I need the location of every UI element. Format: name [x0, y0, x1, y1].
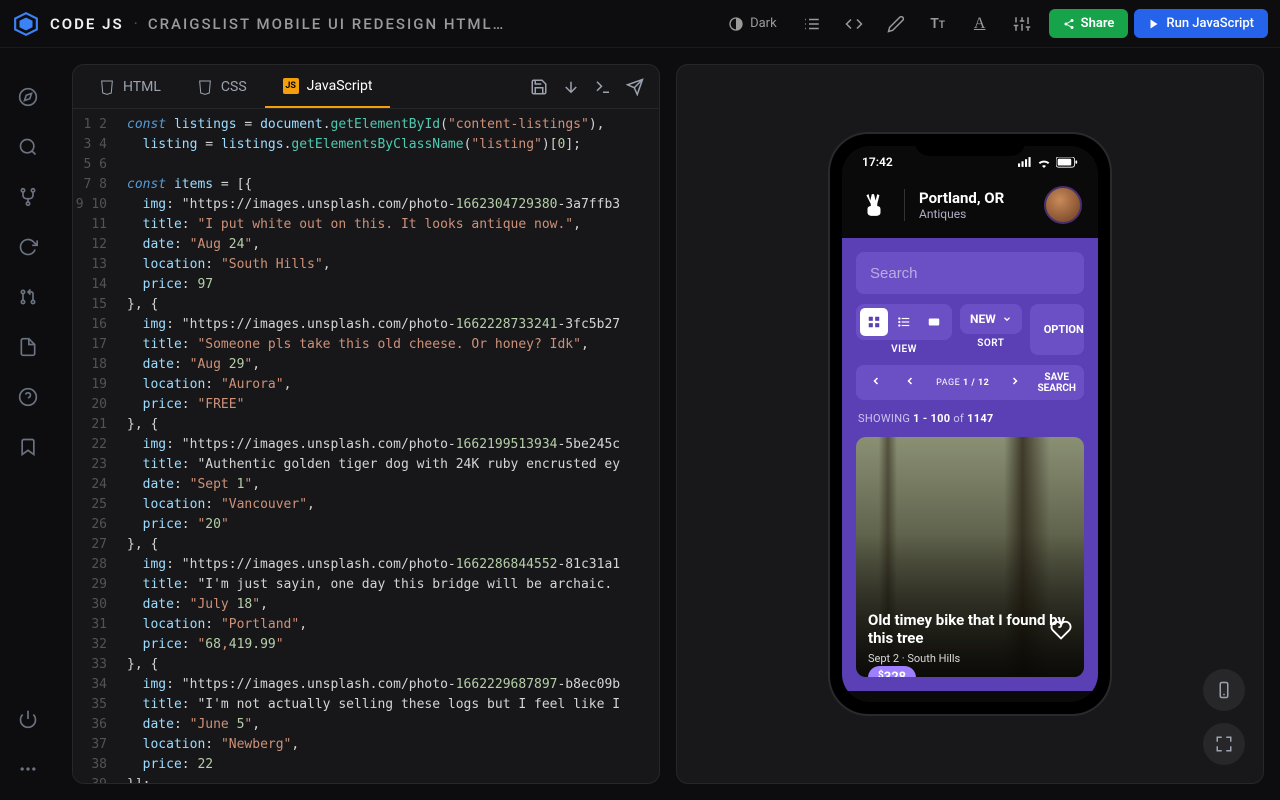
- location-title: Portland, OR: [919, 189, 1004, 207]
- phone-header: Portland, OR Antiques: [842, 178, 1098, 238]
- card-view-button[interactable]: [920, 308, 948, 336]
- status-icons: [1018, 156, 1078, 168]
- refresh-icon[interactable]: [17, 236, 39, 258]
- settings-sliders-icon[interactable]: [1005, 7, 1039, 41]
- tab-html[interactable]: HTML: [81, 65, 179, 108]
- font-icon[interactable]: A: [963, 7, 997, 41]
- chevron-down-icon: [1002, 314, 1012, 324]
- save-search-button[interactable]: SAVE SEARCH: [1037, 372, 1076, 394]
- project-title[interactable]: CRAIGSLIST MOBILE UI REDESIGN HTML…: [148, 15, 505, 33]
- sort-dropdown[interactable]: NEW: [960, 304, 1022, 334]
- brand-name: CODE JS: [50, 15, 124, 33]
- view-label: VIEW: [891, 344, 917, 355]
- editor-tabs: HTML CSS JS JavaScript: [73, 65, 659, 109]
- tab-html-label: HTML: [123, 79, 161, 95]
- options-button[interactable]: OPTIONS: [1030, 304, 1084, 355]
- page-indicator: PAGE 1 / 12: [932, 378, 993, 388]
- view-toggle: [856, 304, 952, 340]
- phone-screen: 17:42 Portland, OR Antiques: [842, 146, 1098, 702]
- play-icon: [1148, 18, 1160, 30]
- more-icon[interactable]: [17, 758, 39, 780]
- options-label: OPTIONS: [1044, 323, 1084, 336]
- bookmark-icon[interactable]: [17, 436, 39, 458]
- left-rail: [0, 48, 56, 800]
- favorite-button[interactable]: [1050, 619, 1072, 645]
- code-icon[interactable]: [837, 7, 871, 41]
- listing-title: Old timey bike that I found by this tree: [868, 611, 1072, 649]
- prev-page-button[interactable]: [898, 371, 922, 394]
- editor-panel: HTML CSS JS JavaScript 1 2 3 4 5 6 7 8 9…: [72, 64, 660, 784]
- location-category: Antiques: [919, 207, 1004, 221]
- line-gutter: 1 2 3 4 5 6 7 8 9 10 11 12 13 14 15 16 1…: [73, 109, 117, 783]
- help-icon[interactable]: [17, 386, 39, 408]
- status-time: 17:42: [862, 155, 893, 169]
- fullscreen-button[interactable]: [1203, 723, 1245, 765]
- download-icon[interactable]: [555, 71, 587, 103]
- half-moon-icon: [728, 16, 744, 32]
- css3-icon: [197, 79, 213, 95]
- sort-label: SORT: [977, 338, 1004, 349]
- terminal-icon[interactable]: [587, 71, 619, 103]
- device-toggle-button[interactable]: [1203, 669, 1245, 711]
- search-input[interactable]: [870, 265, 1069, 282]
- tab-js-label: JavaScript: [307, 78, 373, 94]
- separator-dot: ·: [134, 14, 138, 33]
- signal-icon: [1018, 157, 1032, 167]
- phone-body: VIEW NEW SORT OPTIONS: [842, 238, 1098, 691]
- listing-meta: Sept 2 · South Hills: [868, 652, 1072, 665]
- first-page-button[interactable]: [864, 371, 888, 394]
- wifi-icon: [1036, 156, 1052, 168]
- code-editor[interactable]: 1 2 3 4 5 6 7 8 9 10 11 12 13 14 15 16 1…: [73, 109, 659, 783]
- location-block[interactable]: Portland, OR Antiques: [919, 189, 1004, 221]
- theme-toggle[interactable]: Dark: [728, 16, 777, 32]
- top-bar: CODE JS · CRAIGSLIST MOBILE UI REDESIGN …: [0, 0, 1280, 48]
- code-content[interactable]: const listings = document.getElementById…: [117, 109, 659, 783]
- search-icon[interactable]: [17, 136, 39, 158]
- controls-row: VIEW NEW SORT OPTIONS: [856, 304, 1084, 355]
- text-size-icon[interactable]: TT: [921, 7, 955, 41]
- pagination-bar: PAGE 1 / 12 SAVE SEARCH: [856, 365, 1084, 400]
- preview-panel: 17:42 Portland, OR Antiques: [676, 64, 1264, 784]
- sort-value: NEW: [970, 312, 996, 326]
- send-icon[interactable]: [619, 71, 651, 103]
- grid-view-button[interactable]: [860, 308, 888, 336]
- avatar[interactable]: [1044, 186, 1082, 224]
- share-label: Share: [1081, 16, 1115, 31]
- showing-count: SHOWING 1 - 100 of 1147: [856, 410, 1084, 427]
- compass-icon[interactable]: [17, 86, 39, 108]
- file-icon[interactable]: [17, 336, 39, 358]
- html5-icon: [99, 79, 115, 95]
- battery-icon: [1056, 157, 1078, 168]
- listing-price: $328: [868, 666, 916, 677]
- power-icon[interactable]: [17, 708, 39, 730]
- branch-icon[interactable]: [17, 186, 39, 208]
- phone-frame: 17:42 Portland, OR Antiques: [830, 134, 1110, 714]
- next-page-button[interactable]: [1003, 371, 1027, 394]
- run-button[interactable]: Run JavaScript: [1134, 9, 1268, 38]
- list-icon[interactable]: [795, 7, 829, 41]
- tab-js[interactable]: JS JavaScript: [265, 65, 391, 108]
- share-button[interactable]: Share: [1049, 9, 1129, 38]
- main-area: HTML CSS JS JavaScript 1 2 3 4 5 6 7 8 9…: [56, 48, 1280, 800]
- phone-notch: [915, 134, 1025, 156]
- app-logo: [12, 10, 40, 38]
- theme-label: Dark: [750, 16, 777, 31]
- tab-css-label: CSS: [221, 79, 247, 95]
- pull-request-icon[interactable]: [17, 286, 39, 308]
- edit-icon[interactable]: [879, 7, 913, 41]
- share-icon: [1063, 18, 1075, 30]
- js-icon: JS: [283, 78, 299, 94]
- run-label: Run JavaScript: [1166, 16, 1254, 31]
- listing-card[interactable]: Old timey bike that I found by this tree…: [856, 437, 1084, 677]
- save-icon[interactable]: [523, 71, 555, 103]
- tab-css[interactable]: CSS: [179, 65, 265, 108]
- list-view-button[interactable]: [890, 308, 918, 336]
- peace-icon[interactable]: [858, 189, 890, 221]
- preview-float-buttons: [1203, 669, 1245, 765]
- search-bar[interactable]: [856, 252, 1084, 294]
